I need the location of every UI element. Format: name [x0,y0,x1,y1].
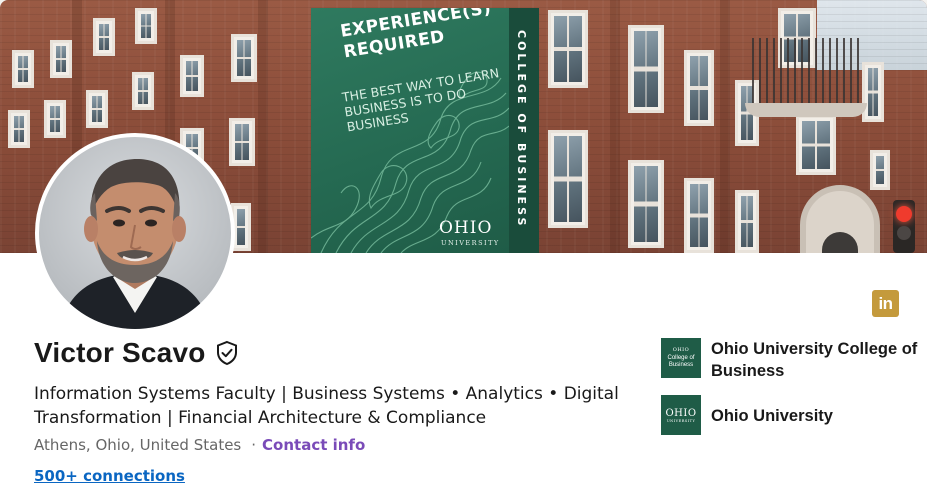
building-window [231,34,257,82]
building-window [548,130,588,228]
profile-headline: Information Systems Faculty | Business S… [34,384,619,428]
connections-link[interactable]: 500+ connections [34,467,185,485]
ohio-university-logo: OHIO UNIVERSITY [661,395,701,435]
profile-card: EXPERIENCE(S) REQUIRED THE BEST WAY TO L… [0,0,927,493]
building-window [628,160,664,248]
building-window [548,10,588,88]
verified-shield-icon[interactable] [215,340,239,366]
org-name[interactable]: Ohio University College of Business [711,338,926,382]
banner-ohio-logo-sub: UNIVERSITY [441,239,500,247]
org-item-college-of-business[interactable]: OHIO College of Business Ohio University… [661,338,926,382]
building-window [135,8,157,44]
building-window [628,25,664,113]
banner-ohio-logo: OHIO [439,218,493,238]
profile-name: Victor Scavo [34,337,206,368]
building-window [86,90,108,128]
building-window [50,40,72,78]
name-row: Victor Scavo [34,337,239,369]
separator-dot: · [251,436,257,454]
building-window [684,50,714,126]
balcony-railing [752,38,860,108]
building-window [12,50,34,88]
contact-info-link[interactable]: Contact info [262,436,365,454]
college-of-business-logo: OHIO College of Business [661,338,701,378]
building-window [684,178,714,253]
avatar-photo [59,159,211,329]
profile-location: Athens, Ohio, United States [34,436,242,454]
banner-vertical-text: COLLEGE OF BUSINESS [515,30,528,229]
building-window [862,62,884,122]
building-window [870,150,890,190]
building-window [229,118,255,166]
org-name[interactable]: Ohio University [711,405,926,427]
building-window [735,190,759,253]
college-banner-graphic: EXPERIENCE(S) REQUIRED THE BEST WAY TO L… [311,8,509,253]
building-window [44,100,66,138]
location-row: Athens, Ohio, United States · Contact in… [34,436,365,454]
profile-avatar[interactable] [35,133,235,333]
building-window [132,72,154,110]
building-window [796,115,836,175]
linkedin-icon[interactable]: in [872,290,899,317]
building-window [180,55,204,97]
org-item-ohio-university[interactable]: OHIO UNIVERSITY Ohio University [661,395,926,435]
building-window [8,110,30,148]
building-window [93,18,115,56]
